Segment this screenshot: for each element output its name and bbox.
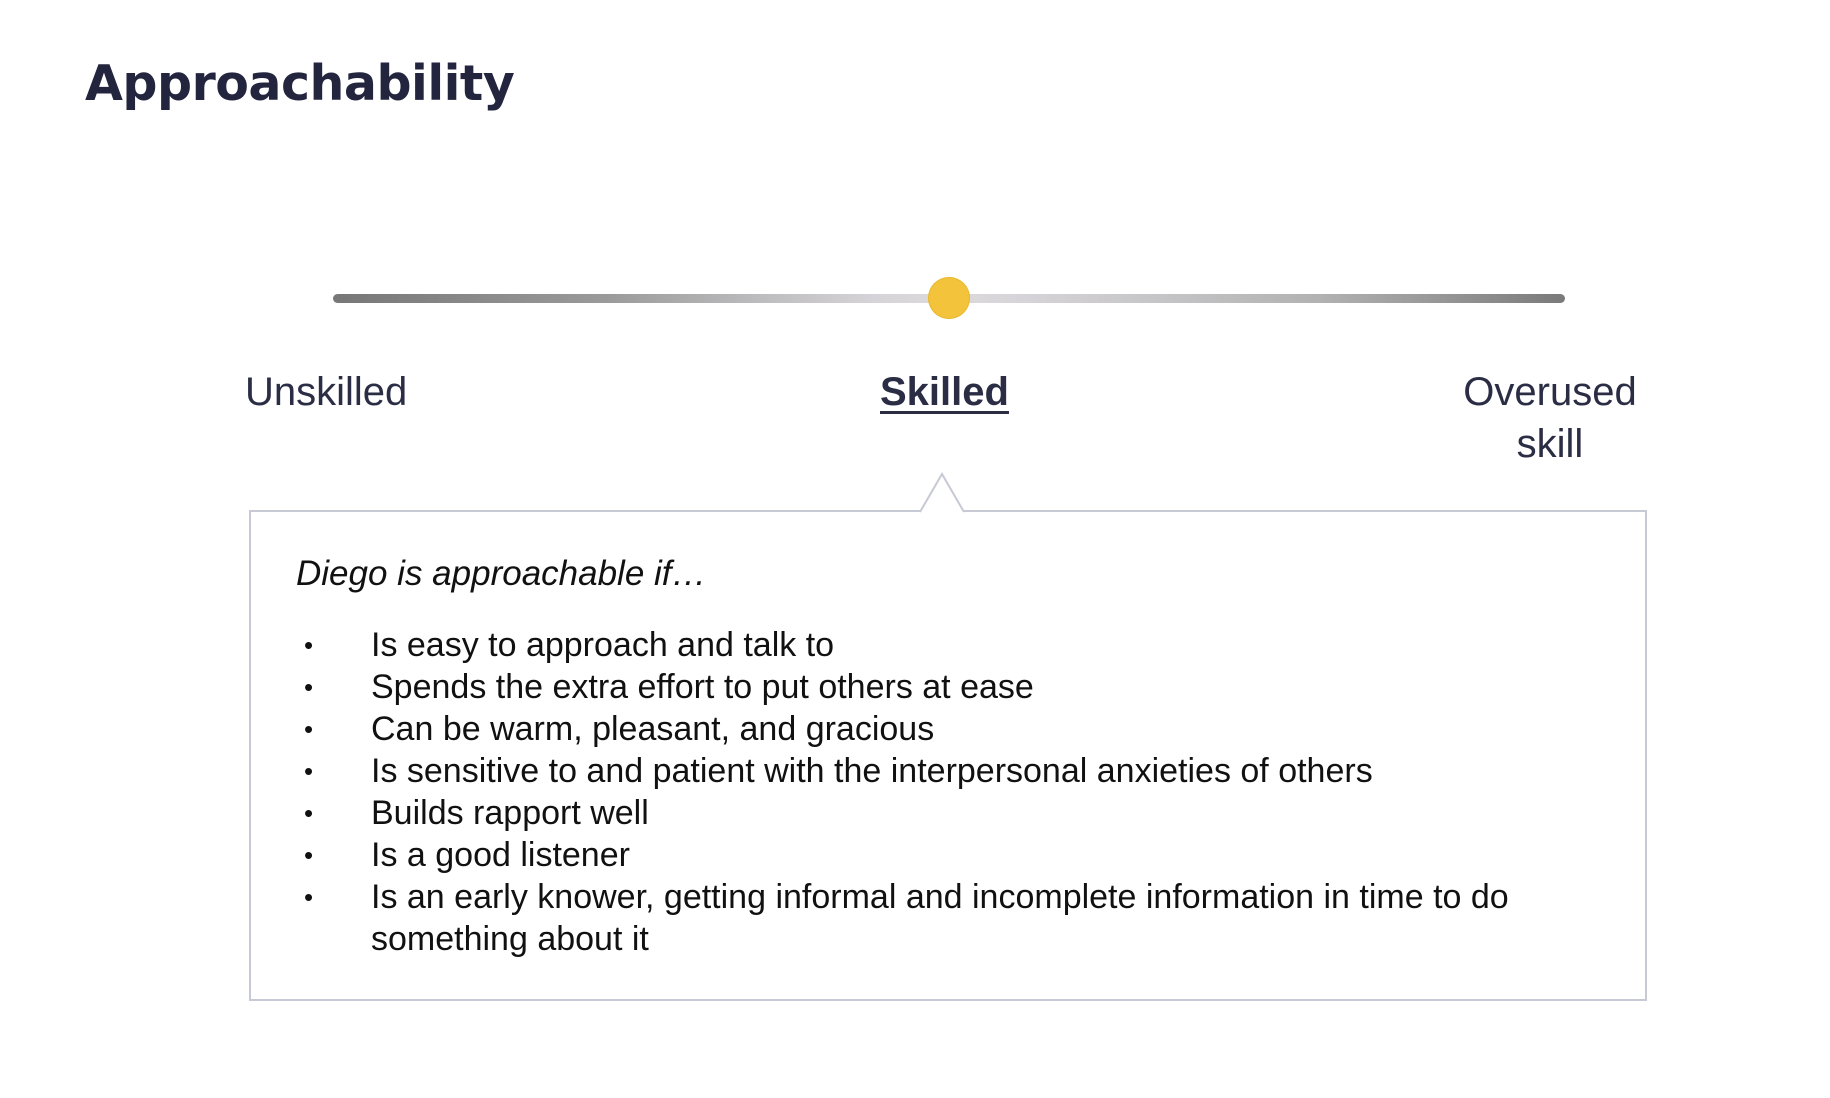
level-skilled-option[interactable]: Skilled xyxy=(880,366,1009,418)
skill-slider-handle[interactable] xyxy=(928,277,970,319)
bullet-icon: • xyxy=(304,882,314,912)
list-item: • Can be warm, pleasant, and gracious xyxy=(296,708,1596,750)
page-title: Approachability xyxy=(85,55,515,112)
list-item: • Is an early knower, getting informal an… xyxy=(296,876,1596,960)
behavior-list: • Is easy to approach and talk to • Spends… xyxy=(296,624,1596,960)
list-item-text: Is easy to approach and talk to xyxy=(371,626,835,664)
list-item-text: Builds rapport well xyxy=(371,794,649,832)
bullet-icon: • xyxy=(304,798,314,828)
bullet-icon: • xyxy=(304,756,314,786)
list-item: • Spends the extra effort to put others a… xyxy=(296,666,1596,708)
list-item-text: Is an early knower, getting informal and… xyxy=(371,878,1509,958)
level-overused-skill-option[interactable]: Overused skill xyxy=(1460,366,1640,470)
list-item-text: Can be warm, pleasant, and gracious xyxy=(371,710,935,748)
level-unskilled-option[interactable]: Unskilled xyxy=(245,366,407,418)
list-item-text: Spends the extra effort to put others at… xyxy=(371,668,1034,706)
bullet-icon: • xyxy=(304,672,314,702)
description-intro: Diego is approachable if… xyxy=(296,554,707,593)
list-item: • Is sensitive to and patient with the in… xyxy=(296,750,1596,792)
list-item-text: Is a good listener xyxy=(371,836,630,874)
list-item-text: Is sensitive to and patient with the int… xyxy=(371,752,1373,790)
list-item: • Is a good listener xyxy=(296,834,1596,876)
list-item: • Builds rapport well xyxy=(296,792,1596,834)
bullet-icon: • xyxy=(304,840,314,870)
bullet-icon: • xyxy=(304,630,314,660)
bullet-icon: • xyxy=(304,714,314,744)
list-item: • Is easy to approach and talk to xyxy=(296,624,1596,666)
competency-page: Approachability Unskilled Skilled Overus… xyxy=(0,0,1830,1098)
panel-pointer-caret xyxy=(920,472,964,514)
